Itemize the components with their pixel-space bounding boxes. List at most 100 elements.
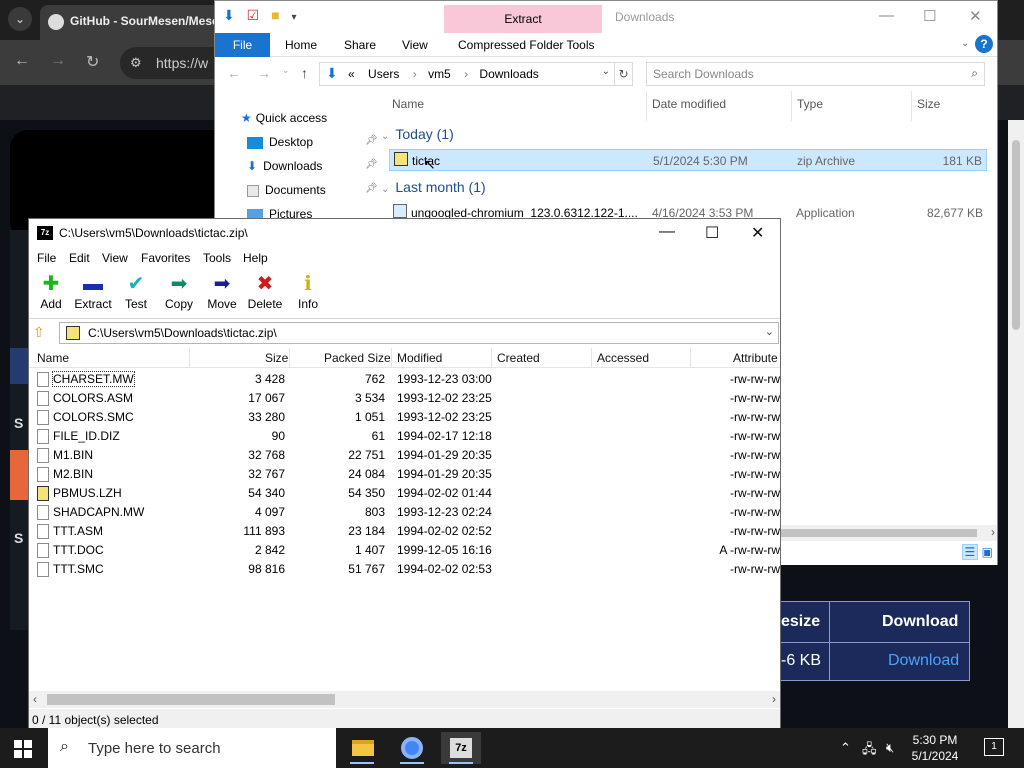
column-size[interactable]: Size [265, 351, 288, 365]
download-arrow-icon[interactable]: ⬇ [223, 7, 235, 23]
table-row[interactable]: FILE_ID.DIZ 90 61 1994-02-17 12:18 -rw-rw-rw [29, 427, 780, 446]
ribbon-expand-icon[interactable]: ⌄ [961, 38, 969, 49]
tab-search-button[interactable]: ⌄ [8, 7, 32, 31]
breadcrumb-users[interactable]: Users [368, 67, 399, 81]
forward-icon[interactable]: → [50, 52, 66, 70]
large-icons-view-icon[interactable]: ▣ [982, 545, 993, 559]
add-button[interactable]: ✚ Add [31, 273, 71, 311]
close-icon[interactable]: ✕ [751, 223, 764, 243]
column-size[interactable]: Size [917, 97, 940, 111]
menu-file[interactable]: File [37, 251, 56, 265]
group-header-today[interactable]: ⌄ Today (1) [381, 126, 454, 142]
taskbar-7zip[interactable]: 7z [441, 732, 481, 764]
table-row[interactable]: SHADCAPN.MW 4 097 803 1993-12-23 02:24 -rw-r… [29, 503, 780, 522]
column-type[interactable]: Type [797, 97, 823, 111]
menu-tools[interactable]: Tools [203, 251, 231, 265]
column-separator[interactable] [646, 91, 647, 121]
table-row[interactable]: TTT.SMC 98 816 51 767 1994-02-02 02:53 -rw-r… [29, 560, 780, 579]
column-accessed[interactable]: Accessed [597, 351, 649, 365]
breadcrumb-chevron-icon[interactable]: › [413, 67, 417, 81]
start-button[interactable] [14, 740, 32, 758]
refresh-icon[interactable]: ↻ [615, 62, 633, 86]
back-icon[interactable]: ← [14, 52, 30, 70]
download-link[interactable]: Download [888, 652, 959, 670]
collapse-chevron-icon[interactable]: ⌄ [381, 131, 389, 142]
column-date-modified[interactable]: Date modified [652, 97, 726, 111]
file-row-tictac[interactable]: tictac 5/1/2024 5:30 PM zip Archive 181 … [389, 149, 987, 172]
forward-icon[interactable]: → [257, 65, 271, 81]
tab-file[interactable]: File [215, 33, 270, 57]
menu-help[interactable]: Help [243, 251, 268, 265]
browser-scrollbar-thumb[interactable] [1012, 140, 1020, 330]
breadcrumb-chevron-icon[interactable]: › [464, 67, 468, 81]
close-icon[interactable]: ✕ [969, 7, 982, 25]
explorer-horizontal-scrollbar[interactable]: › [781, 525, 997, 541]
column-separator[interactable] [289, 348, 290, 368]
file-list-horizontal-scrollbar[interactable]: ‹ › [29, 691, 780, 708]
table-row[interactable]: M1.BIN 32 768 22 751 1994-01-29 20:35 -rw-rw… [29, 446, 780, 465]
up-folder-icon[interactable]: ⇧ [33, 324, 53, 342]
show-hidden-icons-icon[interactable]: ⌃ [840, 740, 851, 756]
extract-button[interactable]: ▬ Extract [73, 273, 113, 311]
taskbar-search-input[interactable]: ⌕ Type here to search [48, 728, 336, 768]
scroll-left-icon[interactable]: ‹ [33, 692, 37, 706]
column-separator[interactable] [391, 348, 392, 368]
delete-button[interactable]: ✖ Delete [245, 273, 285, 311]
column-separator[interactable] [591, 348, 592, 368]
column-name[interactable]: Name [37, 351, 69, 365]
column-separator[interactable] [690, 348, 691, 368]
path-combobox[interactable]: C:\Users\vm5\Downloads\tictac.zip\ ⌄ [59, 322, 779, 344]
column-separator[interactable] [491, 348, 492, 368]
up-icon[interactable]: ↑ [301, 65, 308, 81]
tab-share[interactable]: Share [344, 38, 376, 52]
browser-scrollbar[interactable] [1008, 120, 1024, 728]
view-toggle[interactable]: ☰ ▣ [961, 544, 993, 560]
site-info-icon[interactable]: ⚙ [130, 55, 142, 71]
column-packed-size[interactable]: Packed Size [324, 351, 391, 365]
extract-context-tab[interactable]: Extract [444, 5, 602, 33]
maximize-icon[interactable]: ☐ [923, 7, 936, 25]
tab-home[interactable]: Home [285, 38, 317, 52]
table-row[interactable]: CHARSET.MW 3 428 762 1993-12-23 03:00 -rw-rw… [29, 370, 780, 389]
tab-view[interactable]: View [402, 38, 428, 52]
recent-locations-icon[interactable]: ⌄ [282, 65, 290, 76]
scrollbar-thumb[interactable] [47, 694, 335, 705]
column-modified[interactable]: Modified [397, 351, 442, 365]
nav-quick-access[interactable]: ★ Quick access [241, 111, 327, 125]
details-view-icon[interactable]: ☰ [961, 544, 979, 560]
taskbar-chromium[interactable] [392, 732, 432, 764]
volume-muted-icon[interactable]: 🔇︎ [886, 740, 894, 756]
nav-downloads[interactable]: ⬇ Downloads 📌︎ [247, 159, 378, 173]
explorer-scrollbar-thumb[interactable] [781, 529, 977, 537]
table-row[interactable]: TTT.ASM 111 893 23 184 1994-02-02 02:52 -rw-… [29, 522, 780, 541]
column-separator[interactable] [911, 91, 912, 121]
collapse-chevron-icon[interactable]: ⌄ [381, 184, 389, 195]
scroll-right-icon[interactable]: › [991, 525, 995, 539]
test-button[interactable]: ✔ Test [116, 273, 156, 311]
group-header-last-month[interactable]: ⌄ Last month (1) [381, 179, 486, 195]
minimize-icon[interactable]: — [879, 7, 894, 24]
copy-button[interactable]: ➡ Copy [159, 273, 199, 311]
customize-qat-icon[interactable]: ▾ [291, 12, 296, 23]
notifications-icon[interactable]: 1 [984, 738, 1004, 756]
table-row[interactable]: COLORS.ASM 17 067 3 534 1993-12-02 23:25 -rw… [29, 389, 780, 408]
column-name[interactable]: Name [392, 97, 424, 111]
properties-icon[interactable]: ☑ [247, 7, 260, 23]
breadcrumb-vm5[interactable]: vm5 [428, 67, 451, 81]
scroll-right-icon[interactable]: › [772, 692, 776, 706]
back-icon[interactable]: ← [227, 65, 241, 81]
column-created[interactable]: Created [497, 351, 540, 365]
address-dropdown-icon[interactable]: ⌄ [602, 66, 610, 77]
breadcrumb-downloads[interactable]: Downloads [479, 67, 538, 81]
menu-favorites[interactable]: Favorites [141, 251, 190, 265]
breadcrumb-overflow[interactable]: « [348, 67, 355, 81]
table-row[interactable]: COLORS.SMC 33 280 1 051 1993-12-02 23:25 -rw… [29, 408, 780, 427]
clock[interactable]: 5:30 PM 5/1/2024 [904, 732, 966, 764]
maximize-icon[interactable]: ☐ [705, 223, 719, 243]
taskbar-file-explorer[interactable] [342, 732, 382, 764]
new-folder-icon[interactable]: ■ [271, 7, 279, 23]
move-button[interactable]: ➡ Move [202, 273, 242, 311]
column-separator[interactable] [791, 91, 792, 121]
browser-tab[interactable]: GitHub - SourMesen/Mese [40, 5, 240, 40]
menu-view[interactable]: View [102, 251, 128, 265]
